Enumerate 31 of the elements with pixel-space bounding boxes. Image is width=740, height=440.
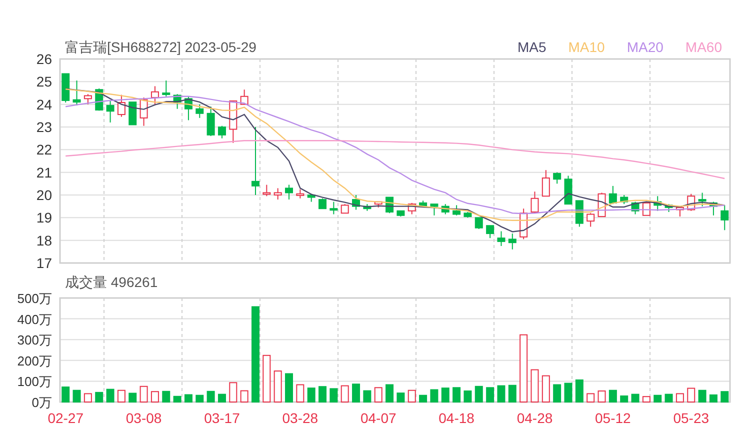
axis-label: 05-12 [595,410,631,426]
axis-label: 04-18 [438,410,474,426]
axis-label: 400万 [17,312,52,327]
axis-label: 17 [36,255,52,271]
axis-label: 200万 [17,353,52,368]
chart-title: 成交量 496261 [65,272,158,292]
axis-label: 25 [36,74,52,90]
axis-label: 19 [36,210,52,226]
axis-label: 04-07 [360,410,396,426]
axis-label: 04-28 [516,410,553,426]
axis-label: 500万 [17,291,52,306]
axis-label: 24 [36,96,52,112]
axis-label: 0万 [32,395,52,410]
axis-label: 23 [36,119,52,135]
axis-label: 18 [36,232,52,248]
axis-label: 03-28 [282,410,318,426]
legend-label: MA5 [517,38,546,56]
legend-label: MA60 [685,38,722,56]
axis-label: 22 [36,142,52,158]
chart-title: 富吉瑞[SH688272] 2023-05-29 [65,38,256,57]
axis-label: 20 [36,187,52,203]
axis-label: 100万 [17,374,52,390]
axis-label: 05-23 [673,410,710,426]
axis-label: 03-08 [126,410,162,426]
axis-label: 02-27 [48,410,84,426]
legend-label: MA10 [568,38,605,56]
axis-label: 26 [36,51,52,67]
axis-label: 03-17 [204,410,240,426]
legend-label: MA20 [626,38,664,56]
axis-label: 21 [36,164,52,180]
axis-label: 300万 [17,332,52,348]
